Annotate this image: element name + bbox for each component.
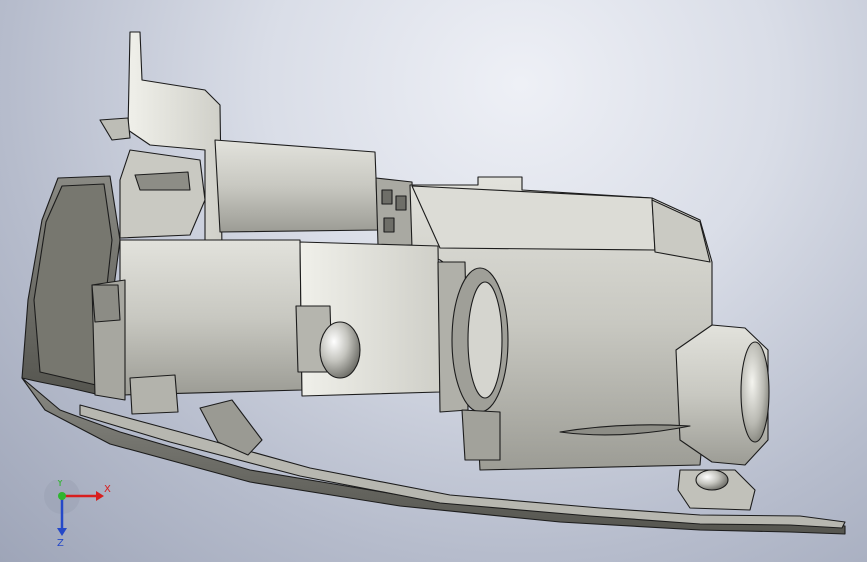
axis-triad: X Y Z (44, 480, 111, 549)
bulb-dome[interactable] (319, 321, 361, 379)
projector-module-box[interactable] (119, 239, 303, 396)
connector-pin-3 (383, 217, 395, 233)
mount-foot-boss[interactable] (695, 469, 729, 491)
lower-tabs[interactable] (129, 374, 179, 415)
y-axis-dot (58, 492, 66, 500)
graphics-viewport[interactable]: X Y Z (0, 0, 867, 562)
bracket-loop[interactable] (119, 149, 206, 239)
headlamp-assembly-model[interactable] (0, 0, 867, 562)
bracket-slot[interactable] (134, 171, 191, 191)
rear-housing-step[interactable] (651, 199, 711, 263)
reflector-cover[interactable] (461, 409, 501, 461)
reflector-ring-inner[interactable] (467, 281, 503, 399)
upper-housing-block[interactable] (214, 139, 379, 233)
projector-lens[interactable] (740, 341, 770, 443)
z-axis-label: Z (57, 538, 64, 549)
x-axis-label: X (104, 484, 111, 495)
side-clip[interactable] (91, 284, 121, 323)
y-axis-label: Y (56, 480, 64, 489)
connector-pin-2 (395, 195, 407, 211)
wire-connector[interactable] (375, 177, 415, 246)
bracket-tab[interactable] (99, 117, 131, 141)
z-arrow-head (57, 528, 67, 536)
x-arrow-head (96, 491, 104, 501)
connector-pin-1 (381, 189, 393, 205)
